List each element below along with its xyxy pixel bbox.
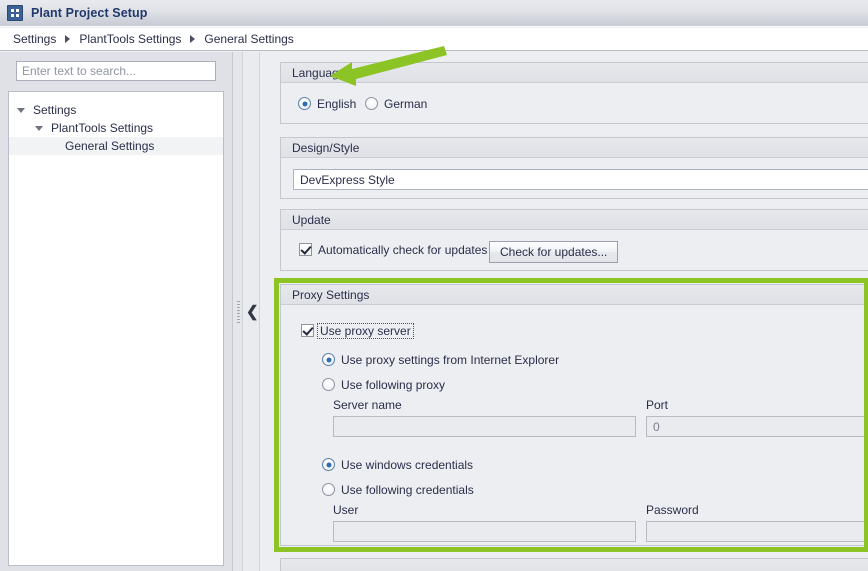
window-title: Plant Project Setup	[31, 6, 148, 20]
breadcrumb-item-general-settings[interactable]: General Settings	[204, 32, 293, 46]
radio-use-following-credentials[interactable]: Use following credentials	[322, 483, 474, 496]
checkbox-auto-check-updates[interactable]: Automatically check for updates	[299, 243, 487, 256]
checkbox-use-proxy-server[interactable]: Use proxy server	[301, 322, 414, 339]
radio-indicator[interactable]	[322, 353, 335, 366]
radio-label: English	[317, 96, 357, 111]
sidebar-item-settings[interactable]: Settings	[9, 101, 223, 119]
group-design-style-body	[281, 158, 868, 199]
triangle-right-icon	[65, 35, 71, 43]
server-name-input[interactable]	[333, 416, 636, 437]
design-style-combobox[interactable]	[293, 169, 868, 190]
sidebar-panel: Settings PlantTools Settings General Set…	[0, 52, 232, 571]
radio-label: Use windows credentials	[341, 457, 474, 472]
checkbox-label: Automatically check for updates	[318, 242, 488, 257]
group-update-title: Update	[281, 210, 868, 230]
checkbox-indicator[interactable]	[301, 324, 314, 337]
radio-label: Use following credentials	[341, 482, 474, 497]
checkbox-label: Use proxy server	[317, 322, 414, 339]
triangle-down-icon[interactable]	[35, 125, 43, 131]
user-label: User	[333, 503, 359, 517]
radio-indicator[interactable]	[322, 483, 335, 496]
grip-dots-icon[interactable]	[237, 300, 240, 323]
server-name-label: Server name	[333, 398, 402, 412]
application-window: Plant Project Setup Settings PlantTools …	[0, 0, 868, 571]
password-label: Password	[646, 503, 699, 517]
group-proxy-settings-title: Proxy Settings	[281, 285, 868, 305]
triangle-right-icon	[190, 35, 196, 43]
checkbox-indicator[interactable]	[299, 243, 312, 256]
breadcrumb-item-settings[interactable]: Settings	[13, 32, 56, 46]
group-bottom-partial-title	[281, 559, 868, 571]
radio-language-german[interactable]: German	[365, 97, 427, 110]
triangle-down-icon[interactable]	[17, 107, 25, 113]
port-label: Port	[646, 398, 669, 412]
title-bar: Plant Project Setup	[0, 0, 868, 27]
settings-content-panel: Language English German Design/Style Upd…	[260, 52, 868, 571]
breadcrumb: Settings PlantTools Settings General Set…	[0, 28, 868, 51]
group-design-style-title: Design/Style	[281, 138, 868, 158]
group-language-body: English German	[281, 83, 868, 124]
password-input[interactable]	[646, 521, 868, 542]
breadcrumb-item-planttools-settings[interactable]: PlantTools Settings	[79, 32, 181, 46]
radio-use-windows-credentials[interactable]: Use windows credentials	[322, 458, 473, 471]
user-input[interactable]	[333, 521, 636, 542]
search-box-container	[8, 52, 224, 89]
sidebar-item-label: General Settings	[65, 139, 155, 153]
radio-indicator[interactable]	[365, 97, 378, 110]
group-bottom-partial	[280, 558, 868, 571]
radio-language-english[interactable]: English	[298, 97, 356, 110]
sidebar-item-label: PlantTools Settings	[51, 121, 154, 135]
chevron-left-icon[interactable]: ❮	[246, 304, 259, 319]
radio-label: Use proxy settings from Internet Explore…	[341, 352, 560, 367]
radio-use-ie-proxy-settings[interactable]: Use proxy settings from Internet Explore…	[322, 353, 559, 366]
radio-use-following-proxy[interactable]: Use following proxy	[322, 378, 445, 391]
search-input[interactable]	[16, 60, 216, 81]
group-proxy-settings: Proxy Settings Use proxy server Use prox…	[280, 284, 868, 546]
panel-splitter[interactable]: ❮	[232, 52, 260, 571]
sidebar-item-general-settings[interactable]: General Settings	[9, 137, 223, 155]
radio-label: German	[384, 96, 428, 111]
window-grid-icon	[7, 5, 23, 21]
sidebar-item-label: Settings	[33, 103, 77, 117]
radio-indicator[interactable]	[298, 97, 311, 110]
radio-indicator[interactable]	[322, 378, 335, 391]
group-update: Update Automatically check for updates C…	[280, 209, 868, 271]
group-proxy-settings-body: Use proxy server Use proxy settings from…	[281, 305, 868, 546]
port-input[interactable]	[646, 416, 868, 437]
settings-tree: Settings PlantTools Settings General Set…	[8, 91, 224, 566]
check-for-updates-button[interactable]: Check for updates...	[489, 241, 619, 263]
group-design-style: Design/Style	[280, 137, 868, 199]
radio-indicator[interactable]	[322, 458, 335, 471]
sidebar-item-planttools-settings[interactable]: PlantTools Settings	[9, 119, 223, 137]
group-language: Language English German	[280, 62, 868, 124]
group-language-title: Language	[281, 63, 868, 83]
group-update-body: Automatically check for updates Check fo…	[281, 230, 868, 271]
radio-label: Use following proxy	[341, 377, 446, 392]
